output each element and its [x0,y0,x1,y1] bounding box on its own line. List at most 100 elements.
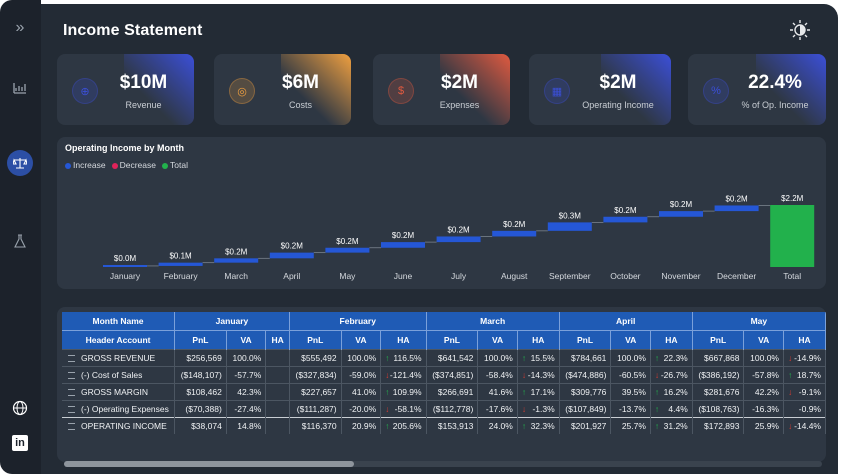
data-label: $0.1M [169,252,192,261]
data-label: $0.2M [614,206,637,215]
kpi-card-operating-income[interactable]: ▦ $2M Operating Income [529,54,671,125]
balance-icon[interactable] [7,150,33,176]
ha-cell: ↓ -121.4% [380,366,427,384]
column-header[interactable]: Header Account [62,330,176,350]
x-tick-label: September [549,271,591,281]
bar-june[interactable] [381,242,425,248]
bar-september[interactable] [547,222,592,231]
table-row: GROSS MARGIN $108,462 42.3% $227,657 41.0% ↑ 1… [62,383,826,401]
pnl-cell: ($112,778) [426,400,479,418]
ha-value: -1.3% [532,404,555,414]
bar-february[interactable] [158,262,203,266]
x-tick-label: April [283,271,300,281]
ha-value: 31.2% [663,421,688,431]
column-header[interactable]: HA [380,330,427,350]
bar-april[interactable] [269,252,314,259]
kpi-card-costs[interactable]: ◎ $6M Costs [214,54,351,125]
sidebar: » in [0,0,41,474]
va-cell: 100.0% [226,349,267,367]
kpi-label: Revenue [125,100,162,110]
kpi-card-revenue[interactable]: ⊕ $10M Revenue [57,54,194,125]
arrow-up-icon: ↑ [385,353,390,363]
row-label[interactable]: OPERATING INCOME [62,417,176,434]
ha-value: -0.9% [798,404,821,414]
pnl-cell: $172,893 [692,417,745,434]
bar-july[interactable] [436,236,481,243]
ha-value: 116.5% [393,353,422,363]
bar-october[interactable] [603,216,648,223]
bar-november[interactable] [659,211,703,217]
expand-icon[interactable] [68,389,75,397]
kpi-label: % of Op. Income [741,100,809,110]
ha-cell: ↑ 205.6% [380,417,427,434]
linkedin-icon[interactable]: in [8,431,32,455]
pnl-cell: $641,542 [426,349,479,367]
column-header[interactable]: PnL [174,330,227,350]
horizontal-scrollbar[interactable] [64,461,822,467]
kpi-value: 22.4% [748,72,802,93]
ha-value: 18.7% [796,370,821,380]
chart-icon[interactable] [8,76,32,100]
expand-icon[interactable]: » [8,16,32,40]
bar-total[interactable] [770,205,815,267]
scrollbar-thumb[interactable] [64,461,354,467]
ha-cell [265,349,290,367]
column-header[interactable]: HA [650,330,693,350]
globe-icon[interactable] [8,396,32,420]
ha-cell: ↑ 17.1% [517,383,560,401]
row-label[interactable]: GROSS MARGIN [62,383,176,401]
month-header[interactable]: April [559,312,693,331]
expand-icon[interactable] [68,355,75,363]
column-header[interactable]: HA [265,330,290,350]
balance-icon-svg [13,158,27,169]
kpi-card-expenses[interactable]: $ $2M Expenses [373,54,510,125]
column-header[interactable]: PnL [289,330,342,350]
row-label-text: OPERATING INCOME [81,421,167,431]
month-header[interactable]: March [426,312,560,331]
expand-icon[interactable] [68,372,75,380]
arrow-down-icon: ↓ [788,387,793,397]
column-header[interactable]: PnL [692,330,745,350]
bar-august[interactable] [492,230,537,237]
expand-icon[interactable] [68,406,75,414]
column-header[interactable]: VA [743,330,784,350]
page-title: Income Statement [63,22,203,39]
column-header[interactable]: VA [477,330,518,350]
month-header[interactable]: January [174,312,290,331]
theme-toggle-icon[interactable] [788,19,812,43]
row-label[interactable]: (-) Operating Expenses [62,400,176,418]
ha-cell: ↓ -26.7% [650,366,693,384]
column-header[interactable]: VA [226,330,267,350]
va-cell: 20.9% [341,417,382,434]
pnl-cell: $201,927 [559,417,612,434]
x-tick-label: November [661,271,700,281]
expand-icon[interactable] [68,423,75,431]
arrow-up-icon: ↑ [385,387,390,397]
data-label: $2.2M [781,194,804,203]
month-header[interactable]: May [692,312,826,331]
data-label: $0.2M [336,237,359,246]
column-header[interactable]: PnL [426,330,479,350]
va-cell: -57.8% [743,366,784,384]
bar-january[interactable] [103,265,147,267]
kpi-card--of-op-income[interactable]: % 22.4%% of Op. Income [688,54,826,125]
x-tick-label: August [501,271,528,281]
row-label[interactable]: GROSS REVENUE [62,349,176,367]
month-header[interactable]: February [289,312,427,331]
pnl-cell: ($108,763) [692,400,745,418]
bar-december[interactable] [714,205,759,212]
bar-march[interactable] [214,258,259,263]
bar-may[interactable] [325,247,370,253]
ha-value: -9.1% [798,387,821,397]
row-label[interactable]: (-) Cost of Sales [62,366,176,384]
column-header[interactable]: PnL [559,330,612,350]
column-header[interactable]: HA [517,330,560,350]
va-cell: 100.0% [341,349,382,367]
flask-icon[interactable] [8,229,32,253]
column-header[interactable]: HA [783,330,826,350]
month-name-header[interactable]: Month Name [62,312,176,331]
va-cell: 25.9% [743,417,784,434]
column-header[interactable]: VA [610,330,651,350]
column-header[interactable]: VA [341,330,382,350]
ha-value: 32.3% [530,421,555,431]
